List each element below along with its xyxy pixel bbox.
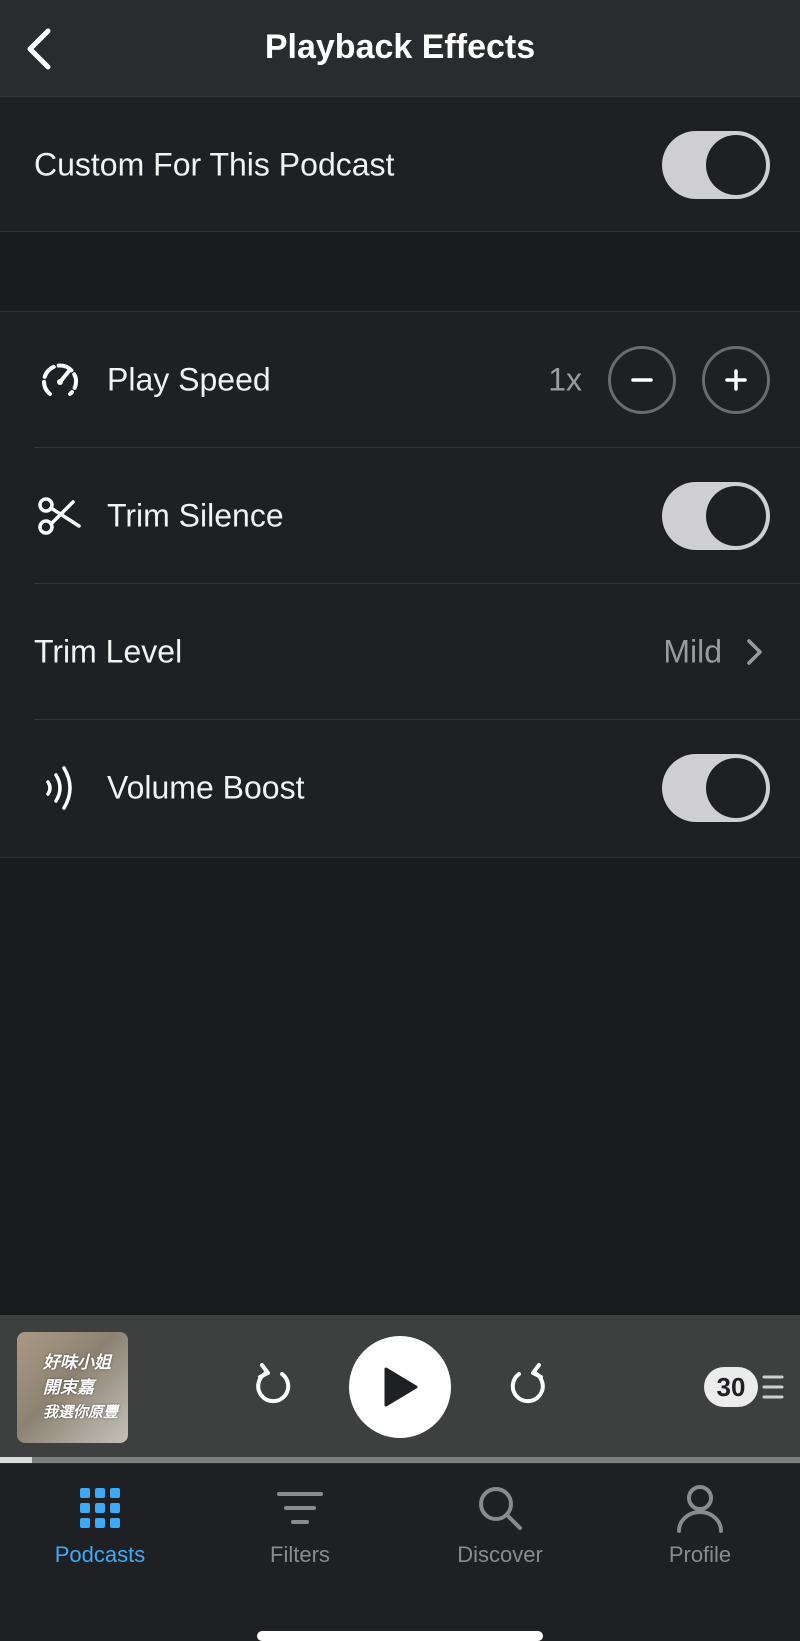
artwork-lettering: 好味小姐 開束嘉 我選你原豐 bbox=[43, 1350, 118, 1425]
toggle-knob bbox=[706, 758, 766, 818]
toggle-knob bbox=[706, 486, 766, 546]
filter-icon bbox=[272, 1480, 328, 1536]
skip-forward-button[interactable] bbox=[503, 1361, 553, 1411]
decrease-speed-button[interactable] bbox=[608, 346, 676, 414]
play-speed-row: Play Speed 1x bbox=[0, 312, 800, 448]
search-icon bbox=[472, 1480, 528, 1536]
tab-discover[interactable]: Discover bbox=[400, 1480, 600, 1580]
list-icon bbox=[762, 1375, 784, 1399]
trim-silence-toggle[interactable] bbox=[662, 482, 770, 550]
person-icon bbox=[672, 1480, 728, 1536]
trim-silence-row: Trim Silence bbox=[0, 448, 800, 584]
skip-back-button[interactable] bbox=[248, 1361, 298, 1411]
play-button[interactable] bbox=[349, 1336, 451, 1438]
artwork-line: 好味小姐 bbox=[43, 1353, 111, 1372]
artwork-line: 我選你原豐 bbox=[43, 1404, 119, 1421]
custom-podcast-row: Custom For This Podcast bbox=[0, 97, 800, 232]
play-speed-value: 1x bbox=[548, 361, 582, 398]
rotate-ccw-icon bbox=[256, 1363, 291, 1404]
page-title: Playback Effects bbox=[264, 28, 536, 66]
scissors-icon bbox=[36, 492, 84, 540]
tab-filters[interactable]: Filters bbox=[200, 1480, 400, 1580]
podcast-artwork[interactable]: 好味小姐 開束嘉 我選你原豐 bbox=[17, 1332, 128, 1443]
artwork-line: 開束嘉 bbox=[43, 1378, 94, 1397]
custom-podcast-toggle[interactable] bbox=[662, 130, 770, 199]
minus-icon bbox=[631, 378, 653, 382]
custom-section: Custom For This Podcast bbox=[0, 97, 800, 232]
up-next-button[interactable]: 30 bbox=[704, 1365, 784, 1409]
play-icon bbox=[384, 1367, 418, 1407]
home-indicator[interactable] bbox=[257, 1631, 543, 1641]
tab-podcasts[interactable]: Podcasts bbox=[0, 1480, 200, 1580]
trim-level-value: Mild bbox=[663, 633, 722, 670]
volume-boost-row: Volume Boost bbox=[0, 720, 800, 856]
speedometer-icon bbox=[36, 356, 84, 404]
up-next-count: 30 bbox=[704, 1367, 758, 1407]
tab-label: Discover bbox=[457, 1542, 543, 1567]
custom-podcast-label: Custom For This Podcast bbox=[34, 146, 395, 182]
volume-boost-toggle[interactable] bbox=[662, 754, 770, 822]
mini-player: 好味小姐 開束嘉 我選你原豐 30 bbox=[0, 1315, 800, 1463]
rotate-cw-icon bbox=[510, 1363, 545, 1404]
tab-label: Filters bbox=[270, 1542, 330, 1567]
tab-bar: Podcasts Filters Discover Profile bbox=[0, 1463, 800, 1641]
toggle-knob bbox=[706, 134, 766, 195]
trim-level-label: Trim Level bbox=[34, 633, 183, 670]
volume-waves-icon bbox=[36, 764, 84, 812]
plus-icon bbox=[725, 369, 747, 391]
tab-label: Podcasts bbox=[54, 1542, 146, 1567]
section-gap bbox=[0, 232, 800, 312]
tab-profile[interactable]: Profile bbox=[600, 1480, 800, 1580]
increase-speed-button[interactable] bbox=[702, 346, 770, 414]
trim-silence-label: Trim Silence bbox=[107, 497, 284, 534]
effects-section: Play Speed 1x Trim Silence Trim Level Mi… bbox=[0, 312, 800, 858]
volume-boost-label: Volume Boost bbox=[107, 769, 305, 806]
tab-label: Profile bbox=[668, 1542, 732, 1567]
grid-icon bbox=[72, 1480, 128, 1536]
chevron-right-icon[interactable] bbox=[740, 634, 770, 670]
top-bar: Playback Effects bbox=[0, 0, 800, 97]
trim-level-row[interactable]: Trim Level Mild bbox=[0, 584, 800, 720]
play-speed-label: Play Speed bbox=[107, 361, 271, 398]
